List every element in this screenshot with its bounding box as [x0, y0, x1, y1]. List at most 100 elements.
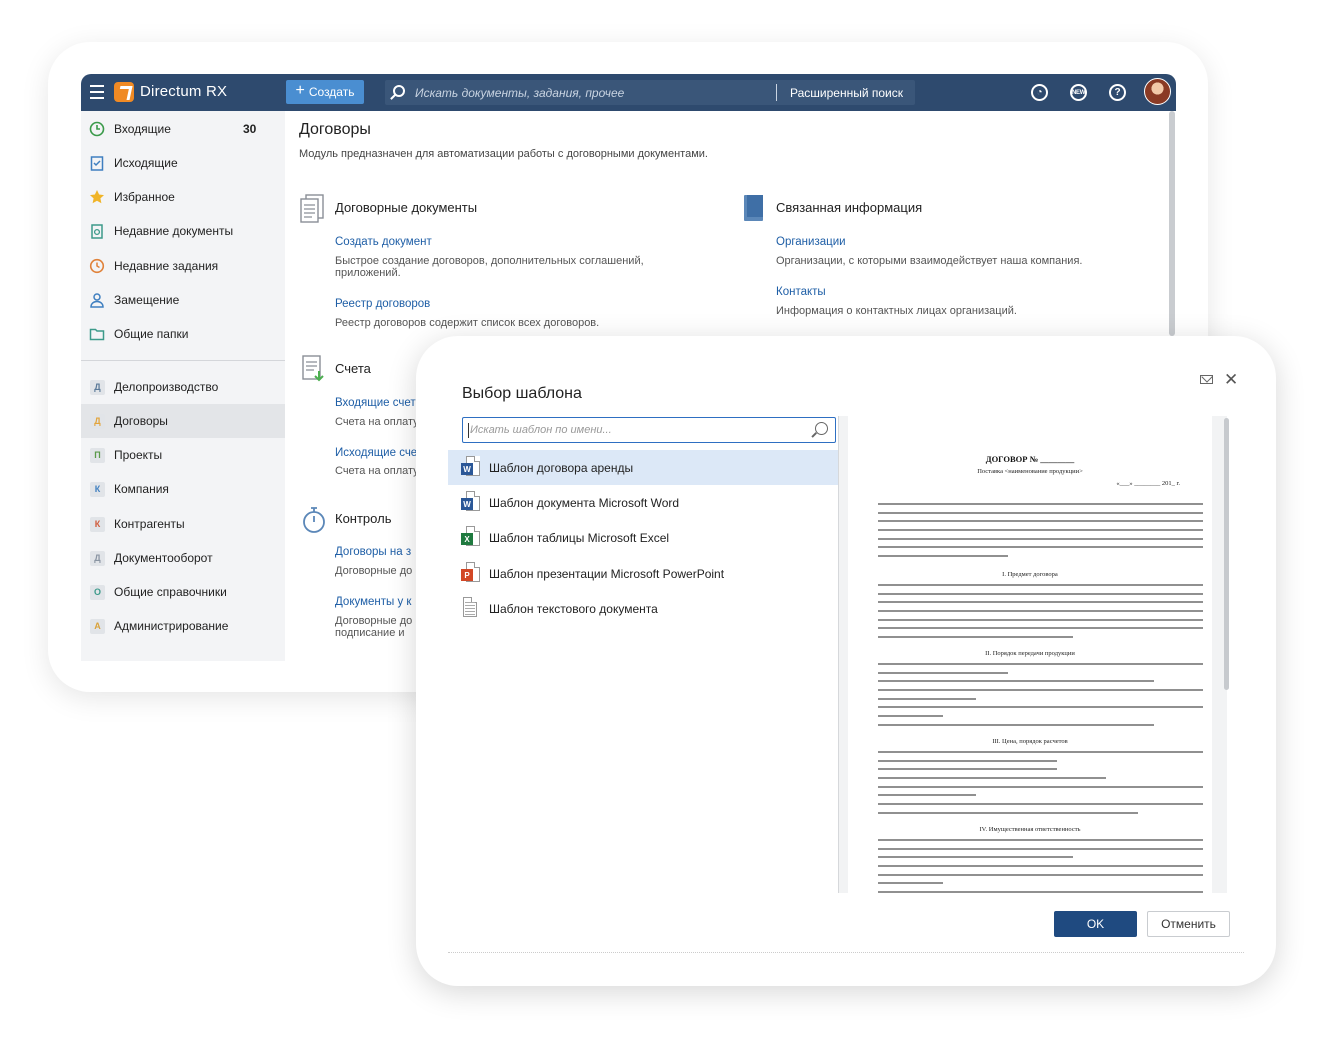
module-letter-icon: О [90, 584, 105, 600]
help-icon[interactable]: ? [1109, 84, 1126, 101]
sidebar-item-label: Администрирование [114, 619, 229, 633]
text-file-icon [461, 597, 481, 621]
preview-sheet: ДОГОВОР № ________ Поставка <наименовани… [848, 416, 1212, 893]
clock-icon [89, 121, 105, 137]
folder-icon [89, 328, 105, 341]
sidebar-item-label: Избранное [114, 190, 175, 204]
ok-button[interactable]: OK [1054, 911, 1137, 937]
sidebar-module-references[interactable]: О Общие справочники [81, 575, 285, 609]
template-item-label: Шаблон текстового документа [489, 601, 658, 616]
preview-paragraph [878, 839, 1203, 893]
link-incoming-invoices[interactable]: Входящие счета [335, 397, 422, 409]
link-outgoing-invoices[interactable]: Исходящие счета [335, 447, 428, 459]
mail-icon[interactable] [1200, 375, 1213, 384]
sidebar-item-label: Проекты [114, 448, 163, 462]
avatar[interactable] [1144, 78, 1171, 105]
preview-section: I. Предмет договора [1002, 571, 1058, 578]
book-icon [744, 195, 763, 221]
create-button-label: Создать [308, 85, 355, 99]
module-letter-icon: Д [90, 379, 105, 395]
template-item-label: Шаблон договора аренды [489, 460, 634, 475]
template-item[interactable]: Шаблон текстового документа [448, 591, 838, 626]
link-organizations[interactable]: Организации [776, 236, 846, 248]
user-icon [90, 293, 104, 308]
link-contracts-control[interactable]: Договоры на з [335, 546, 411, 558]
template-item[interactable]: P Шаблон презентации Microsoft PowerPoin… [448, 556, 838, 591]
preview-section: II. Порядок передачи продукции [985, 650, 1075, 657]
preview-section: IV. Имущественная ответственность [979, 826, 1081, 833]
preview-heading: ДОГОВОР № ________ [985, 454, 1075, 464]
preview-paragraph [878, 663, 1203, 733]
sidebar-module-records[interactable]: Д Делопроизводство [81, 370, 285, 404]
preview-paragraph [878, 584, 1203, 645]
link-contracts-registry[interactable]: Реестр договоров [335, 298, 430, 310]
sidebar-item-favorites[interactable]: Избранное [81, 180, 285, 214]
template-search-input[interactable]: Искать шаблон по имени... [462, 417, 836, 443]
template-item-label: Шаблон таблицы Microsoft Excel [489, 530, 670, 545]
sidebar-module-projects[interactable]: П Проекты [81, 438, 285, 472]
inbox-count: 30 [243, 122, 257, 136]
module-letter-icon: П [90, 447, 105, 463]
template-item[interactable]: W Шаблон договора аренды [448, 450, 838, 485]
text-caret [468, 423, 469, 438]
main-scrollbar[interactable] [1169, 111, 1175, 336]
template-item-label: Шаблон презентации Microsoft PowerPoint [489, 566, 725, 581]
template-preview: ДОГОВОР № ________ Поставка <наименовани… [839, 416, 1227, 893]
global-search[interactable]: Искать документы, задания, прочее Расшир… [385, 80, 915, 105]
search-icon [393, 85, 405, 97]
close-icon[interactable]: ✕ [1224, 370, 1238, 390]
preview-paragraph [878, 751, 1203, 821]
template-item-label: Шаблон документа Microsoft Word [489, 495, 680, 510]
link-desc: Договорные до [335, 615, 413, 627]
logo-icon [114, 82, 134, 102]
module-letter-icon: А [90, 618, 105, 634]
global-search-input[interactable]: Искать документы, задания, прочее [415, 86, 624, 100]
sidebar-item-recent-tasks[interactable]: Недавние задания [81, 249, 285, 283]
search-icon[interactable] [815, 422, 828, 435]
module-letter-icon: Д [90, 550, 105, 566]
sidebar-module-counterparties[interactable]: К Контрагенты [81, 507, 285, 541]
excel-file-icon: X [461, 526, 481, 550]
sidebar-module-admin[interactable]: А Администрирование [81, 609, 285, 643]
create-button[interactable]: + Создать [286, 80, 364, 104]
sidebar-module-contracts[interactable]: Д Договоры [81, 404, 285, 438]
link-desc: Счета на оплату [335, 416, 419, 428]
link-desc: Счета на оплату [335, 465, 419, 477]
link-create-document[interactable]: Создать документ [335, 236, 432, 248]
document-icon [91, 224, 103, 239]
sidebar-item-label: Договоры [114, 414, 168, 428]
sidebar-item-label: Контрагенты [114, 517, 185, 531]
history-icon [89, 258, 105, 274]
preview-scrollbar[interactable] [1224, 418, 1229, 690]
sidebar-item-shared-folders[interactable]: Общие папки [81, 317, 285, 351]
sidebar-module-docflow[interactable]: Д Документооборот [81, 541, 285, 575]
page-title: Договоры [299, 121, 371, 138]
advanced-search-link[interactable]: Расширенный поиск [790, 86, 903, 100]
link-desc: Реестр договоров содержит список всех до… [335, 317, 600, 329]
sidebar-module-company[interactable]: К Компания [81, 472, 285, 506]
cancel-button[interactable]: Отменить [1147, 911, 1230, 937]
preview-subheading: Поставка <наименование продукции> [977, 468, 1083, 475]
link-documents-control[interactable]: Документы у к [335, 596, 411, 608]
dialog-title: Выбор шаблона [462, 385, 582, 402]
sidebar-item-label: Компания [114, 482, 169, 496]
dialog-bottom-border [448, 952, 1244, 953]
module-letter-icon: Д [90, 413, 105, 429]
sidebar-item-label: Недавние документы [114, 224, 234, 238]
page-subtitle: Модуль предназначен для автоматизации ра… [299, 148, 708, 160]
sidebar-item-substitution[interactable]: Замещение [81, 283, 285, 317]
template-item[interactable]: W Шаблон документа Microsoft Word [448, 485, 838, 520]
plus-icon: + [295, 82, 305, 99]
new-icon[interactable]: NEW [1070, 84, 1087, 101]
template-item[interactable]: X Шаблон таблицы Microsoft Excel [448, 520, 838, 555]
link-desc: подписание и [335, 627, 405, 639]
sidebar-item-outbox[interactable]: Исходящие [81, 146, 285, 180]
word-file-icon: W [461, 491, 481, 515]
preview-paragraph [878, 503, 1203, 564]
sidebar-item-inbox[interactable]: Входящие 30 [81, 112, 285, 146]
menu-icon[interactable] [90, 85, 104, 99]
link-contacts[interactable]: Контакты [776, 286, 826, 298]
sidebar-item-recent-docs[interactable]: Недавние документы [81, 214, 285, 248]
analytics-icon[interactable]: ◔ [1031, 84, 1048, 101]
search-divider [776, 84, 777, 101]
